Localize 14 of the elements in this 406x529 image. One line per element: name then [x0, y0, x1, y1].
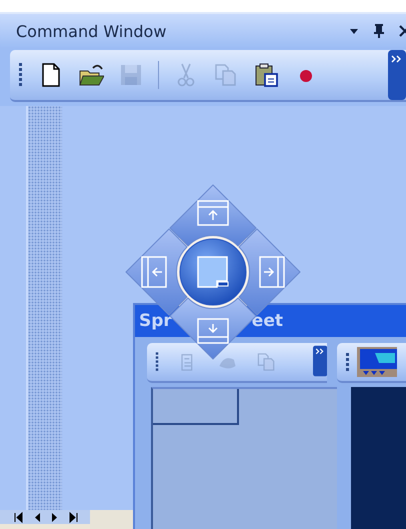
- sheet-navigation-icon[interactable]: [0, 510, 90, 524]
- pin-icon[interactable]: [372, 23, 386, 39]
- image-icon[interactable]: [357, 347, 397, 377]
- selected-cell[interactable]: [153, 389, 239, 425]
- dock-top-button[interactable]: [170, 184, 256, 246]
- dock-right-button[interactable]: [238, 228, 300, 316]
- window-title: Spr: [139, 311, 172, 331]
- grip-icon[interactable]: [18, 61, 24, 89]
- overflow-chevron-icon[interactable]: [388, 50, 406, 100]
- panel-title: Command Window: [16, 22, 168, 40]
- open-folder-icon[interactable]: [78, 62, 104, 88]
- dock-center-button[interactable]: [180, 238, 246, 306]
- paste-icon[interactable]: [253, 62, 279, 88]
- window-title: eet: [252, 311, 283, 331]
